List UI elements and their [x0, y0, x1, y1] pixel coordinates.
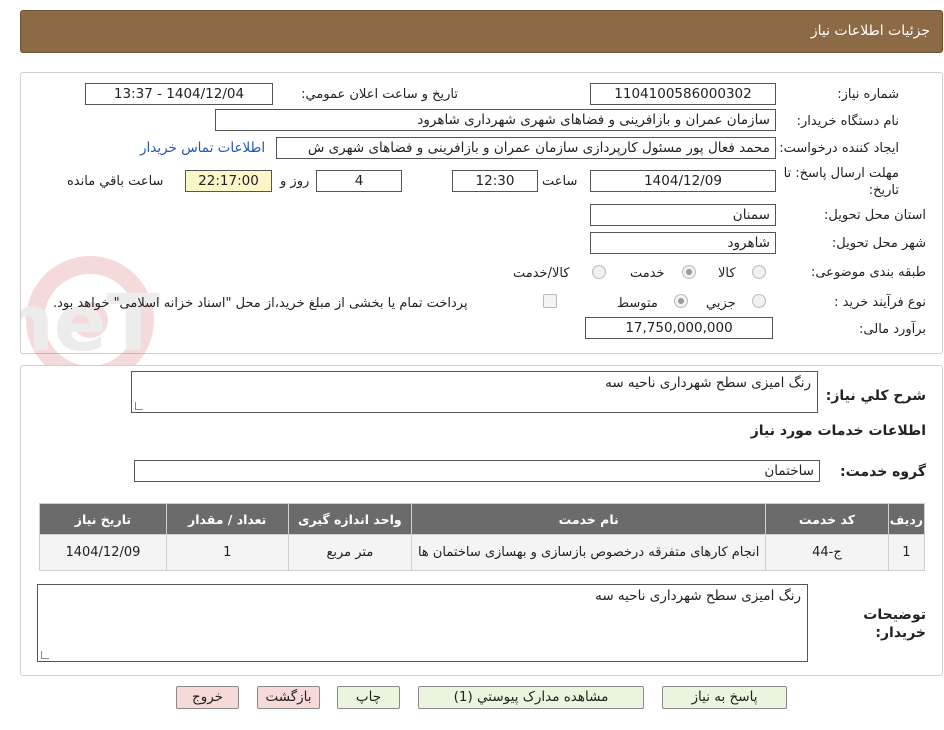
category-goods-label: کالا	[718, 266, 736, 281]
category-label: طبقه بندی موضوعی:	[810, 265, 926, 280]
buyer-notes-text: رنگ امیزی سطح شهرداری ناحیه سه	[595, 588, 801, 604]
buyer-org-label: نام دستگاه خریدار:	[796, 114, 899, 129]
deadline-time-field: 12:30	[452, 170, 538, 192]
remaining-days-field: 4	[316, 170, 402, 192]
days-label: روز و	[280, 174, 310, 189]
category-both-radio[interactable]	[592, 265, 606, 279]
deadline-label: مهلت ارسال پاسخ: تا تاریخ:	[783, 166, 899, 198]
back-button[interactable]: بازگشت	[257, 686, 320, 709]
description-text: رنگ امیزی سطح شهرداری ناحیه سه	[605, 375, 811, 391]
description-label: شرح کلي نیاز:	[825, 388, 926, 404]
deadline-time-label: ساعت	[542, 174, 578, 189]
col-date: تاریخ نیاز	[39, 503, 167, 535]
buyer-contact-link[interactable]: اطلاعات تماس خریدار	[140, 140, 265, 156]
city-field: شاهرود	[590, 232, 776, 254]
print-button[interactable]: چاپ	[337, 686, 400, 709]
col-unit: واحد اندازه گیری	[287, 503, 413, 535]
process-medium-label: متوسط	[617, 296, 658, 311]
cell-code: ج-44	[765, 534, 889, 571]
resize-grip-icon[interactable]	[135, 402, 143, 410]
treasury-payment-checkbox[interactable]	[543, 294, 557, 308]
need-number-label: شماره نیاز:	[837, 87, 899, 102]
cell-date: 1404/12/09	[39, 534, 167, 571]
table-row: 1 ج-44 انجام کارهای متفرقه درخصوص بازساز…	[39, 534, 926, 571]
view-attachments-button[interactable]: مشاهده مدارک پیوستي (1)	[418, 686, 644, 709]
cell-row: 1	[887, 534, 926, 571]
services-table-header: ردیف کد خدمت نام خدمت واحد اندازه گیری ت…	[39, 503, 926, 535]
description-textarea[interactable]: رنگ امیزی سطح شهرداری ناحیه سه	[131, 371, 818, 413]
budget-label: برآورد مالی:	[859, 322, 926, 337]
province-field: سمنان	[590, 204, 776, 226]
exit-button[interactable]: خروج	[176, 686, 239, 709]
process-label: نوع فرآیند خرید :	[834, 295, 926, 310]
cell-name: انجام کارهای متفرقه درخصوص بازسازی و بهس…	[411, 534, 767, 571]
buyer-org-field: سازمان عمران و بازافرینی و فضاهای شهری ش…	[215, 109, 776, 131]
announce-label: تاریخ و ساعت اعلان عمومي:	[301, 87, 458, 102]
page-header: جزئیات اطلاعات نیاز	[20, 10, 943, 53]
process-medium-radio[interactable]	[674, 294, 688, 308]
services-section-title: اطلاعات خدمات مورد نیاز	[750, 423, 926, 439]
process-minor-radio[interactable]	[752, 294, 766, 308]
deadline-date-field: 1404/12/09	[590, 170, 776, 192]
cell-unit: متر مربع	[287, 534, 413, 571]
col-code: کد خدمت	[765, 503, 889, 535]
category-goods-radio[interactable]	[752, 265, 766, 279]
requester-field: محمد فعال پور مسئول کارپردازی سازمان عمر…	[276, 137, 776, 159]
remaining-label: ساعت باقي مانده	[67, 174, 164, 189]
requester-label: ایجاد کننده درخواست:	[779, 141, 899, 156]
announce-datetime-field: 1404/12/04 - 13:37	[85, 83, 273, 105]
col-name: نام خدمت	[411, 503, 767, 535]
buyer-notes-label: توضیحات خریدار:	[863, 607, 926, 641]
need-number-field: 1104100586000302	[590, 83, 776, 105]
budget-field: 17,750,000,000	[585, 317, 773, 339]
province-label: استان محل تحویل:	[824, 208, 926, 223]
service-group-label: گروه خدمت:	[840, 464, 926, 480]
services-table: ردیف کد خدمت نام خدمت واحد اندازه گیری ت…	[39, 503, 926, 571]
remaining-time-field: 22:17:00	[185, 170, 272, 192]
page-title: جزئیات اطلاعات نیاز	[810, 23, 930, 39]
service-group-field: ساختمان	[134, 460, 820, 482]
col-row: ردیف	[887, 503, 926, 535]
category-both-label: کالا/خدمت	[513, 266, 570, 281]
category-service-radio[interactable]	[682, 265, 696, 279]
buyer-notes-textarea[interactable]: رنگ امیزی سطح شهرداری ناحیه سه	[37, 584, 808, 662]
category-service-label: خدمت	[630, 266, 665, 281]
treasury-payment-note: پرداخت تمام یا بخشی از مبلغ خرید،از محل …	[53, 296, 468, 311]
process-minor-label: جزیي	[706, 296, 736, 311]
city-label: شهر محل تحویل:	[831, 236, 926, 251]
col-qty: تعداد / مقدار	[165, 503, 289, 535]
cell-qty: 1	[165, 534, 289, 571]
reply-button[interactable]: پاسخ به نیاز	[662, 686, 787, 709]
resize-grip-icon[interactable]	[41, 651, 49, 659]
